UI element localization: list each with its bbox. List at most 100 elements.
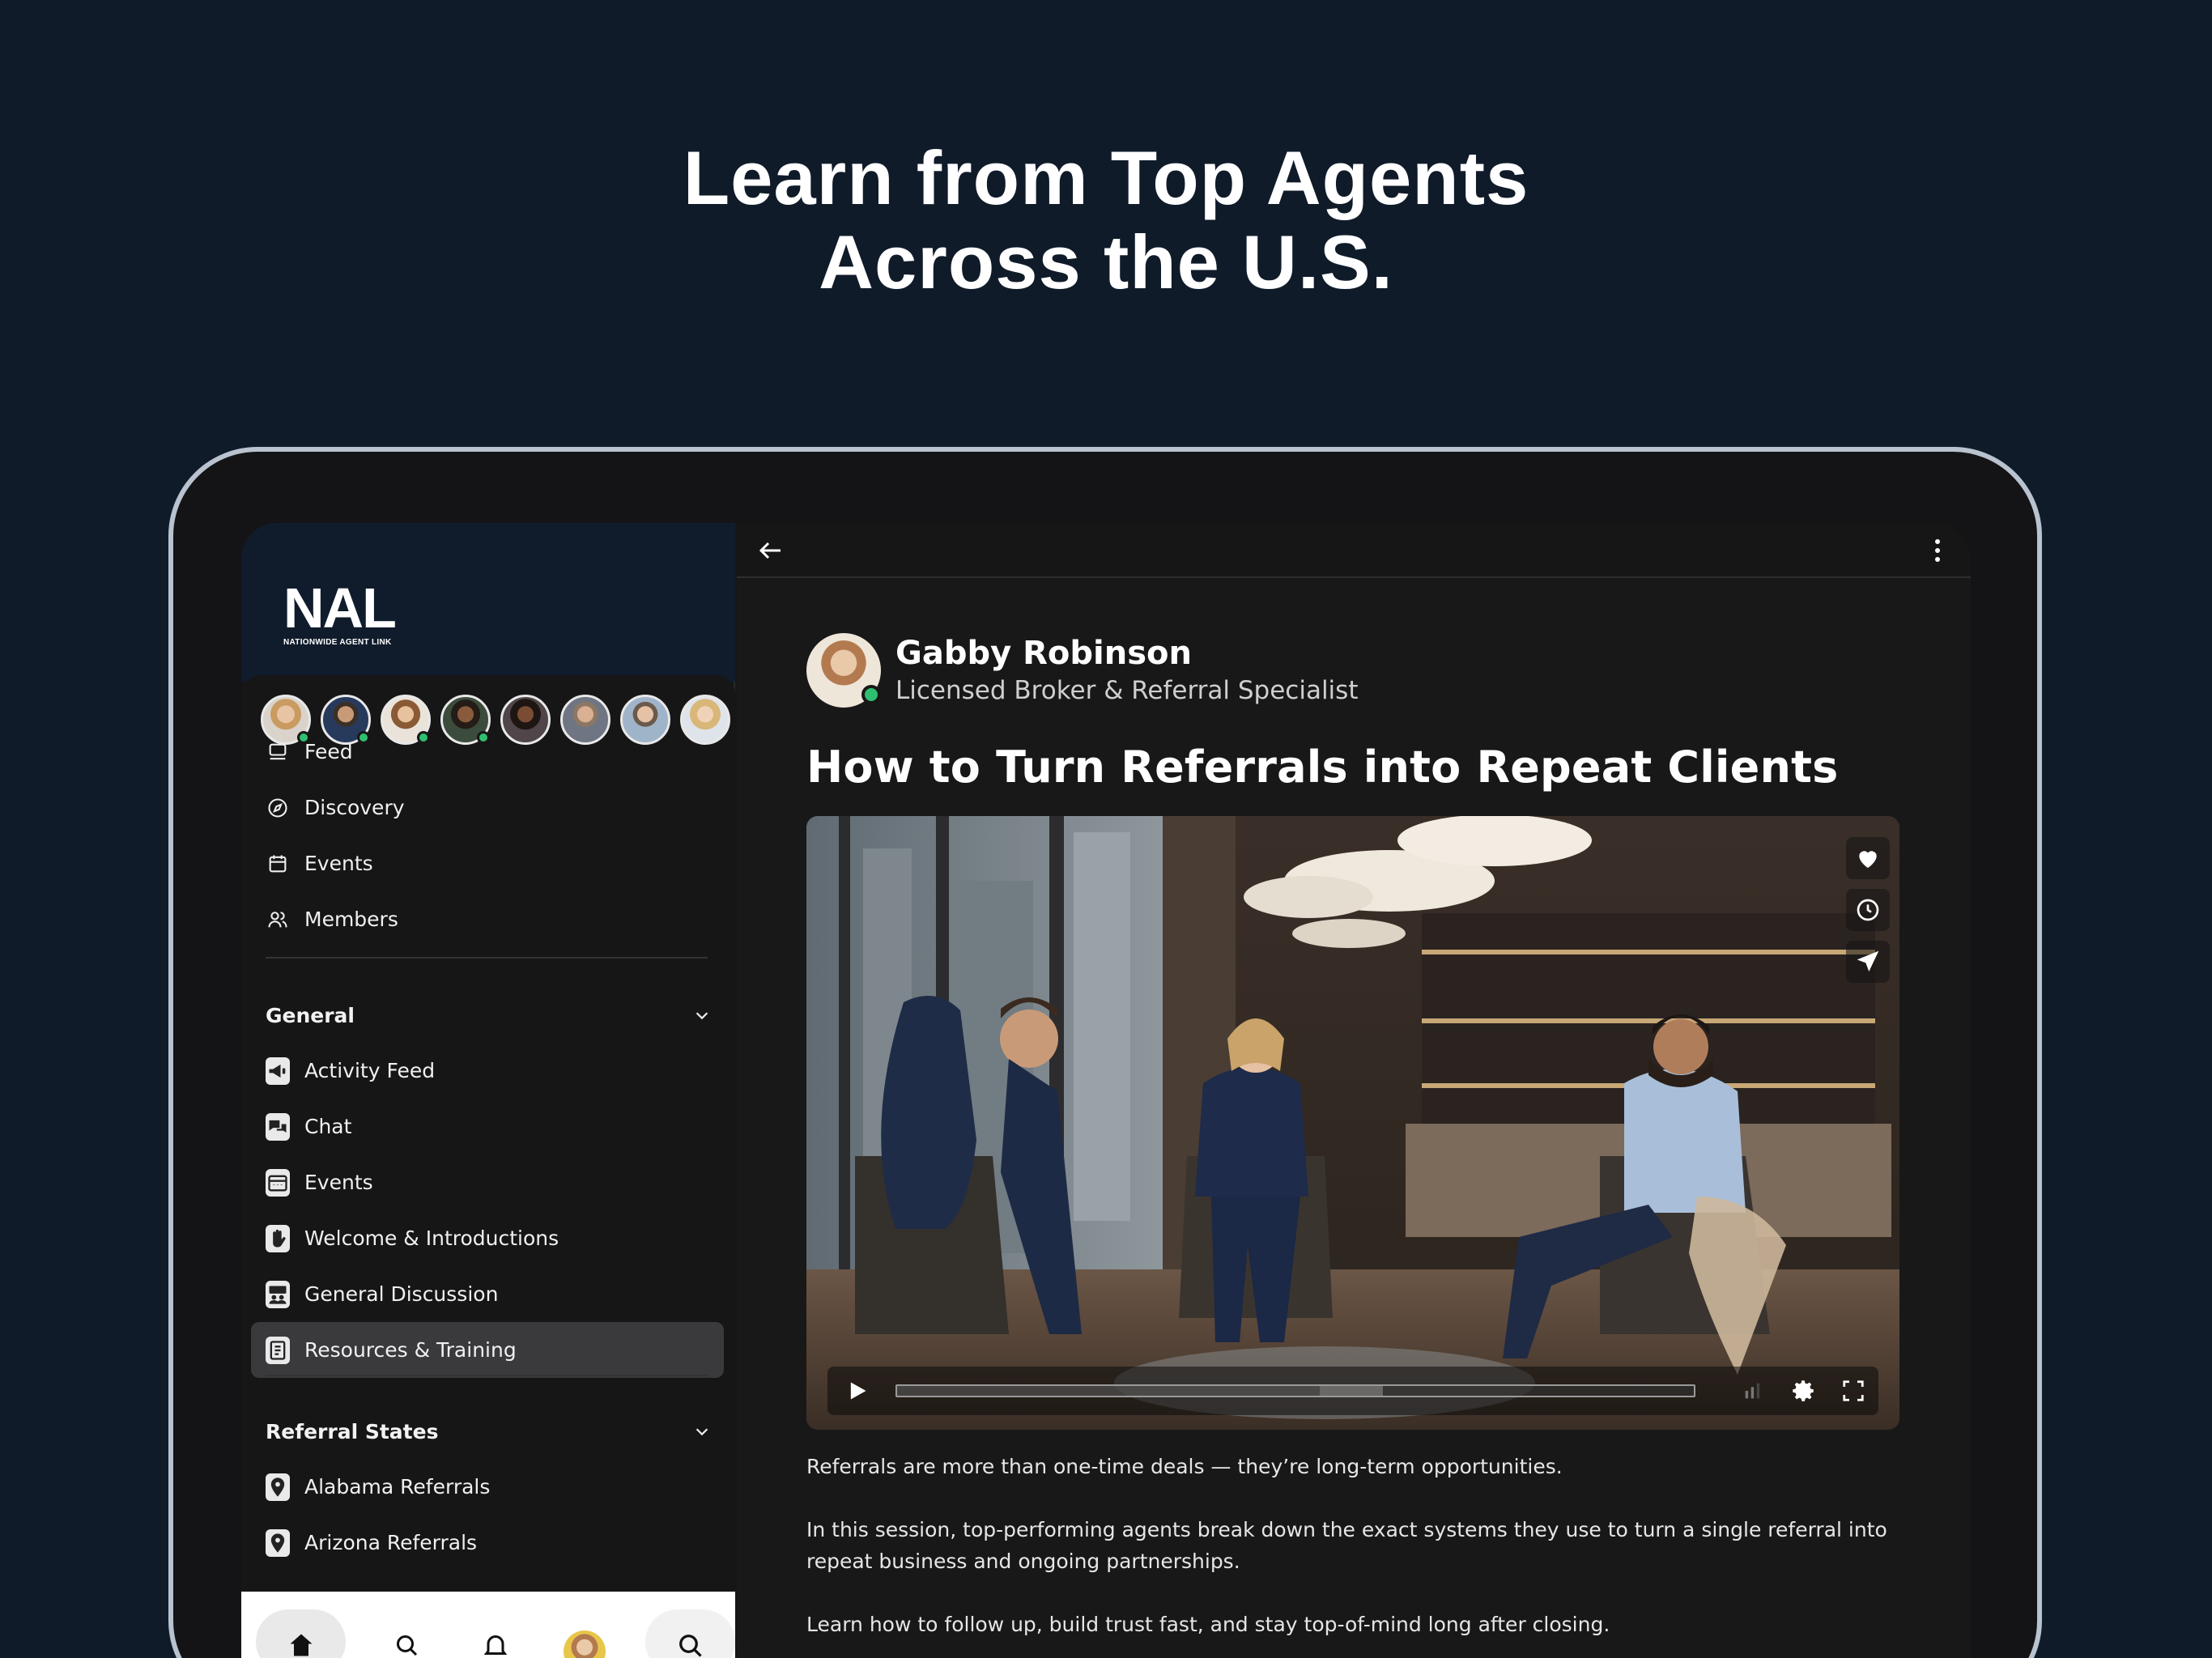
settings-button[interactable] — [1778, 1367, 1828, 1415]
sidebar: NAL NATIONWIDE AGENT LINK Feed Discovery… — [241, 523, 735, 1658]
channel-events[interactable]: Events — [266, 1154, 719, 1210]
nav-item-label: Feed — [304, 740, 353, 763]
channel-chat[interactable]: Chat — [266, 1099, 719, 1154]
fullscreen-button[interactable] — [1828, 1367, 1878, 1415]
post-description: Referrals are more than one-time deals —… — [806, 1451, 1891, 1658]
calendar-grid-icon — [266, 1168, 290, 1197]
post-title: How to Turn Referrals into Repeat Client… — [806, 742, 1839, 793]
tab-search-people[interactable] — [378, 1609, 435, 1658]
logo-text: NAL — [283, 576, 397, 640]
post-view: Gabby Robinson Licensed Broker & Referra… — [737, 523, 1971, 1658]
back-arrow-icon[interactable] — [755, 536, 787, 565]
calendar-icon — [266, 852, 290, 876]
channel-label: Resources & Training — [304, 1338, 517, 1362]
video-frame-image — [806, 816, 1899, 1430]
section-title: General — [266, 1003, 355, 1027]
clock-icon — [1857, 899, 1879, 921]
tab-search[interactable] — [644, 1609, 735, 1658]
video-scrubber[interactable] — [895, 1384, 1695, 1397]
app-screen: NAL NATIONWIDE AGENT LINK Feed Discovery… — [241, 523, 1971, 1658]
general-channel-list: Activity Feed Chat Events Welcome & Intr… — [251, 1043, 724, 1378]
like-button[interactable] — [1846, 837, 1890, 879]
section-general-header[interactable]: General — [266, 991, 711, 1039]
chevron-down-icon — [696, 1428, 708, 1436]
headline-line-2: Across the U.S. — [819, 219, 1393, 304]
gear-icon — [1793, 1380, 1814, 1401]
nal-logo[interactable]: NAL NATIONWIDE AGENT LINK — [283, 580, 413, 647]
channel-welcome[interactable]: Welcome & Introductions — [266, 1210, 719, 1266]
search-people-icon — [397, 1635, 418, 1656]
waving-hand-icon — [266, 1224, 290, 1252]
video-controls — [827, 1367, 1878, 1415]
divider — [266, 1375, 708, 1376]
search-icon — [679, 1635, 702, 1657]
video-player[interactable] — [806, 816, 1899, 1430]
promo-headline: Learn from Top Agents Across the U.S. — [0, 136, 2212, 304]
heart-icon — [1859, 851, 1877, 868]
video-side-actions — [1846, 837, 1890, 983]
volume-bars-icon — [1745, 1383, 1760, 1399]
author-name[interactable]: Gabby Robinson — [895, 634, 1358, 673]
compass-icon — [266, 796, 290, 820]
watch-later-button[interactable] — [1846, 889, 1890, 931]
tab-profile[interactable] — [556, 1609, 613, 1658]
channel-label: Events — [304, 1171, 373, 1194]
channel-general-discussion[interactable]: General Discussion — [266, 1266, 719, 1322]
people-board-icon — [266, 1280, 290, 1308]
description-paragraph: Referrals are more than one-time deals —… — [806, 1455, 1563, 1478]
channel-alabama-referrals[interactable]: Alabama Referrals — [266, 1459, 719, 1515]
channel-label: Arizona Referrals — [304, 1531, 478, 1554]
bell-icon — [483, 1635, 508, 1655]
nav-item-label: Members — [304, 908, 398, 931]
chat-bubbles-icon — [266, 1112, 290, 1141]
send-icon — [1857, 950, 1879, 971]
channel-label: General Discussion — [304, 1282, 499, 1306]
map-pin-icon — [266, 1528, 290, 1557]
post-author[interactable]: Gabby Robinson Licensed Broker & Referra… — [806, 633, 1358, 708]
play-button[interactable] — [827, 1367, 887, 1415]
fullscreen-icon — [1843, 1380, 1864, 1401]
nav-item-discovery[interactable]: Discovery — [266, 780, 719, 835]
nav-item-label: Events — [304, 852, 373, 875]
sidebar-body: Feed Discovery Events Members General Ac… — [241, 675, 735, 1658]
buffered-progress — [1319, 1386, 1384, 1396]
description-paragraph: In this session, top-performing agents b… — [806, 1518, 1887, 1573]
book-icon — [266, 1336, 290, 1364]
home-icon — [290, 1634, 313, 1656]
tab-notifications[interactable] — [467, 1609, 524, 1658]
primary-nav: Feed Discovery Events Members — [266, 724, 719, 947]
section-referral-states-header[interactable]: Referral States — [266, 1407, 711, 1456]
headline-line-1: Learn from Top Agents — [683, 135, 1529, 220]
channel-label: Chat — [304, 1115, 352, 1138]
sidebar-header: NAL NATIONWIDE AGENT LINK — [241, 523, 735, 682]
playback-progress — [897, 1386, 1320, 1396]
feed-icon — [266, 740, 290, 764]
more-options-icon[interactable] — [1933, 538, 1942, 563]
play-icon — [850, 1382, 866, 1400]
avatar — [563, 1630, 606, 1658]
online-dot — [861, 685, 881, 704]
nav-item-events[interactable]: Events — [266, 835, 719, 891]
channel-activity-feed[interactable]: Activity Feed — [266, 1043, 719, 1099]
channel-label: Alabama Referrals — [304, 1475, 491, 1499]
nav-item-feed[interactable]: Feed — [266, 724, 719, 780]
nav-item-label: Discovery — [304, 796, 405, 819]
author-role: Licensed Broker & Referral Specialist — [895, 676, 1359, 705]
channel-arizona-referrals[interactable]: Arizona Referrals — [266, 1515, 719, 1571]
channel-label: Welcome & Introductions — [304, 1226, 559, 1250]
channel-label: Activity Feed — [304, 1059, 436, 1082]
megaphone-icon — [266, 1056, 290, 1085]
members-icon — [266, 908, 290, 932]
divider — [266, 957, 708, 959]
author-avatar[interactable] — [806, 633, 881, 708]
bottom-tab-bar — [241, 1592, 735, 1658]
channel-resources-training[interactable]: Resources & Training — [251, 1322, 724, 1378]
tab-home[interactable] — [256, 1609, 347, 1658]
referral-states-list: Alabama Referrals Arizona Referrals — [266, 1459, 719, 1571]
share-button[interactable] — [1846, 941, 1890, 983]
map-pin-icon — [266, 1473, 290, 1501]
section-title: Referral States — [266, 1419, 439, 1443]
description-paragraph: Learn how to follow up, build trust fast… — [806, 1613, 1610, 1636]
volume-button[interactable] — [1728, 1367, 1778, 1415]
nav-item-members[interactable]: Members — [266, 891, 719, 947]
